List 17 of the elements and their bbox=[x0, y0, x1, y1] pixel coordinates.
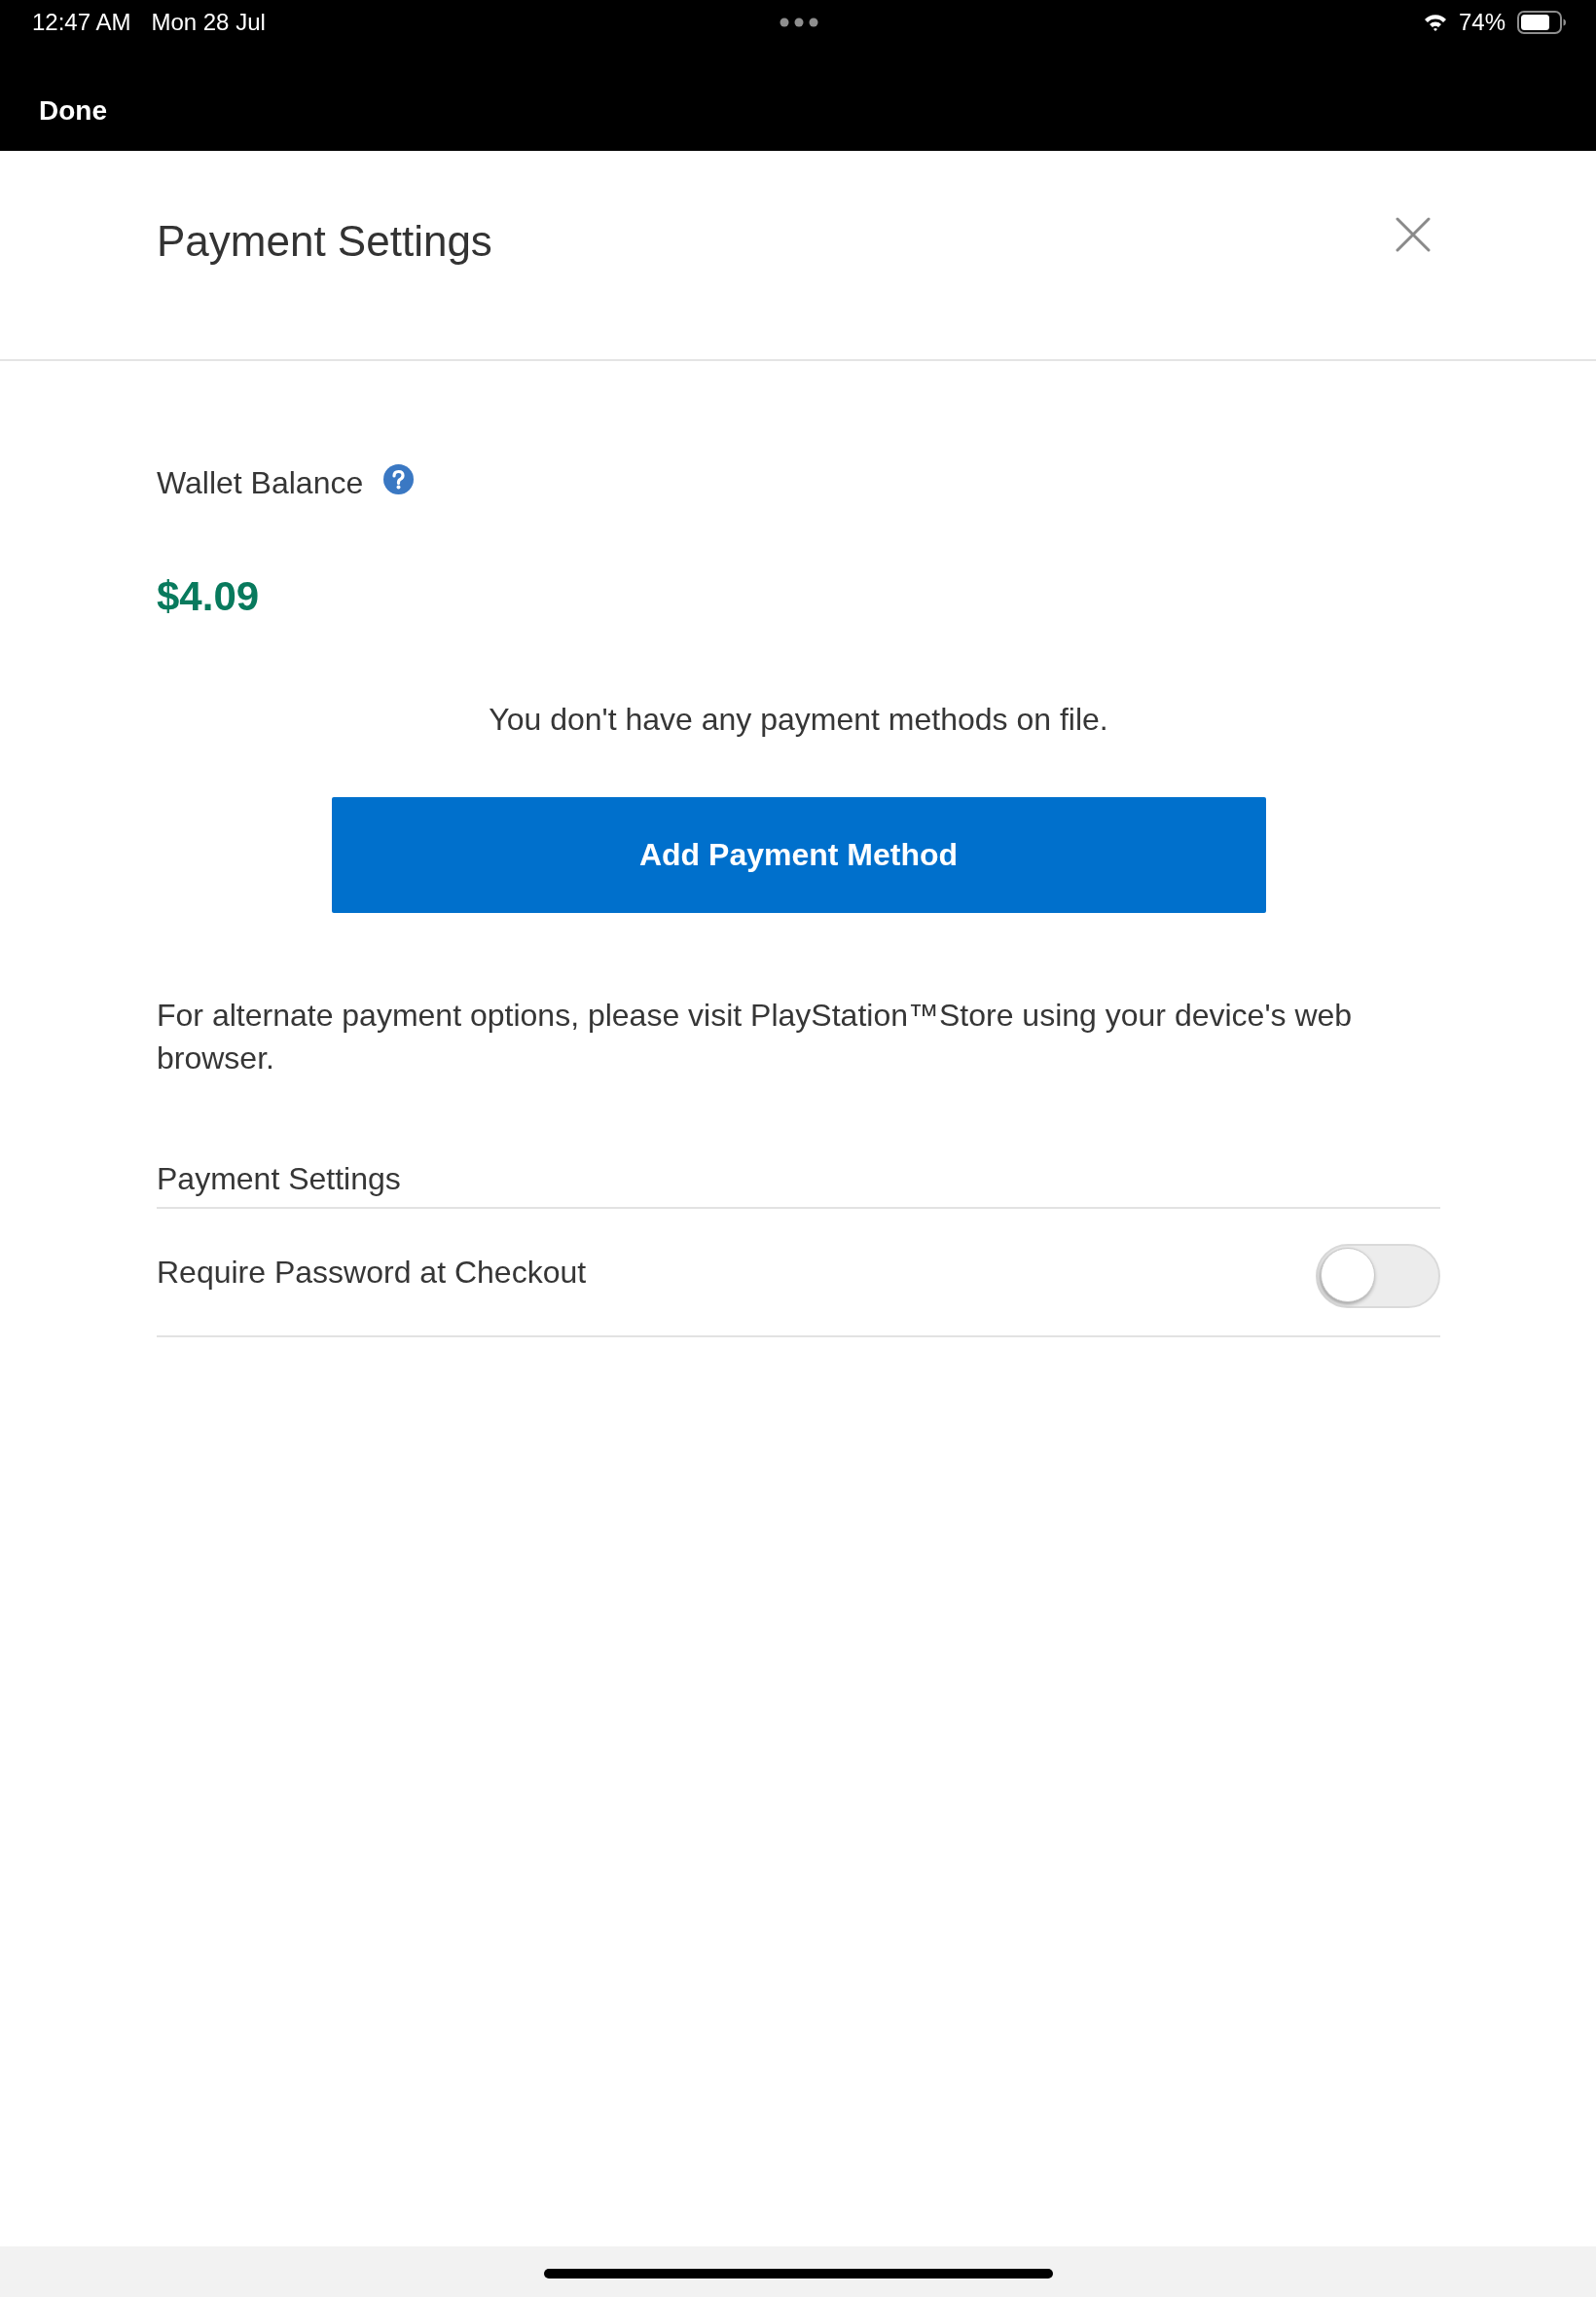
help-icon[interactable] bbox=[383, 463, 415, 494]
close-icon[interactable] bbox=[1396, 217, 1431, 252]
ellipsis-icon[interactable] bbox=[780, 18, 818, 27]
done-button[interactable]: Done bbox=[39, 93, 107, 128]
sheet-title: Payment Settings bbox=[157, 216, 492, 267]
status-time: 12:47 AM bbox=[32, 9, 131, 36]
wallet-balance-label: Wallet Balance bbox=[157, 464, 364, 502]
add-payment-method-button[interactable]: Add Payment Method bbox=[331, 797, 1266, 913]
battery-icon bbox=[1517, 11, 1566, 34]
wifi-icon bbox=[1423, 13, 1447, 32]
empty-payment-message: You don't have any payment methods on file. bbox=[488, 701, 1109, 739]
alternate-payment-note: For alternate payment options, please visit PlayStation™Store using your device's web browser. bbox=[157, 997, 1354, 1077]
status-date: Mon 28 Jul bbox=[151, 9, 266, 36]
section-title: Payment Settings bbox=[157, 1159, 1440, 1209]
setting-label: Require Password at Checkout bbox=[157, 1254, 587, 1292]
wallet-balance-amount: $4.09 bbox=[157, 572, 260, 621]
battery-percent: 74% bbox=[1458, 9, 1505, 36]
